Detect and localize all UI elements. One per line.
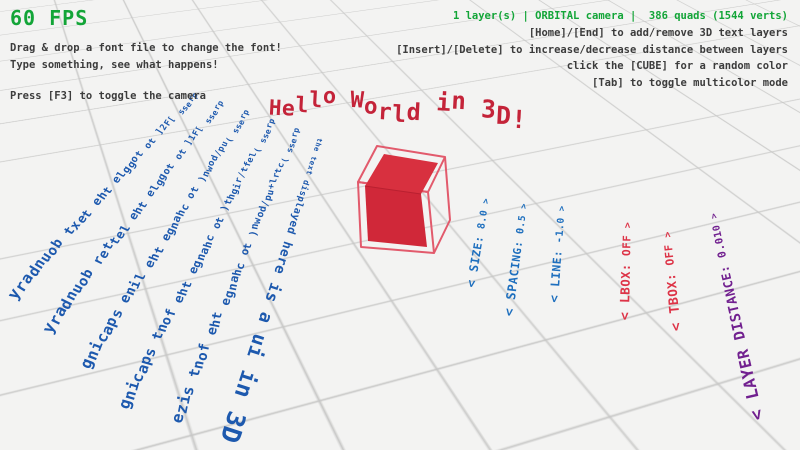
hint-multicolor: [Tab] to toggle multicolor mode [396, 75, 788, 92]
fps-counter: 60 FPS [10, 6, 282, 30]
hint-camera: Press [F3] to toggle the camera [10, 88, 282, 105]
param-label-lbox: < LBOX: OFF > [616, 221, 635, 320]
app-window: the text displayed here is a ui in 3D pr… [0, 0, 800, 450]
hint-layers: [Home]/[End] to add/remove 3D text layer… [396, 25, 788, 42]
hud-right: 1 layer(s) | ORBITAL camera | 386 quads … [396, 8, 788, 92]
status-bar: 1 layer(s) | ORBITAL camera | 386 quads … [396, 8, 788, 25]
hud-left: 60 FPS Drag & drop a font file to change… [10, 6, 282, 104]
hint-type: Type something, see what happens! [10, 57, 282, 74]
hint-cube-color: click the [CUBE] for a random color [396, 58, 788, 75]
hint-drag-drop: Drag & drop a font file to change the fo… [10, 40, 282, 57]
hint-layer-distance: [Insert]/[Delete] to increase/decrease d… [396, 42, 788, 59]
